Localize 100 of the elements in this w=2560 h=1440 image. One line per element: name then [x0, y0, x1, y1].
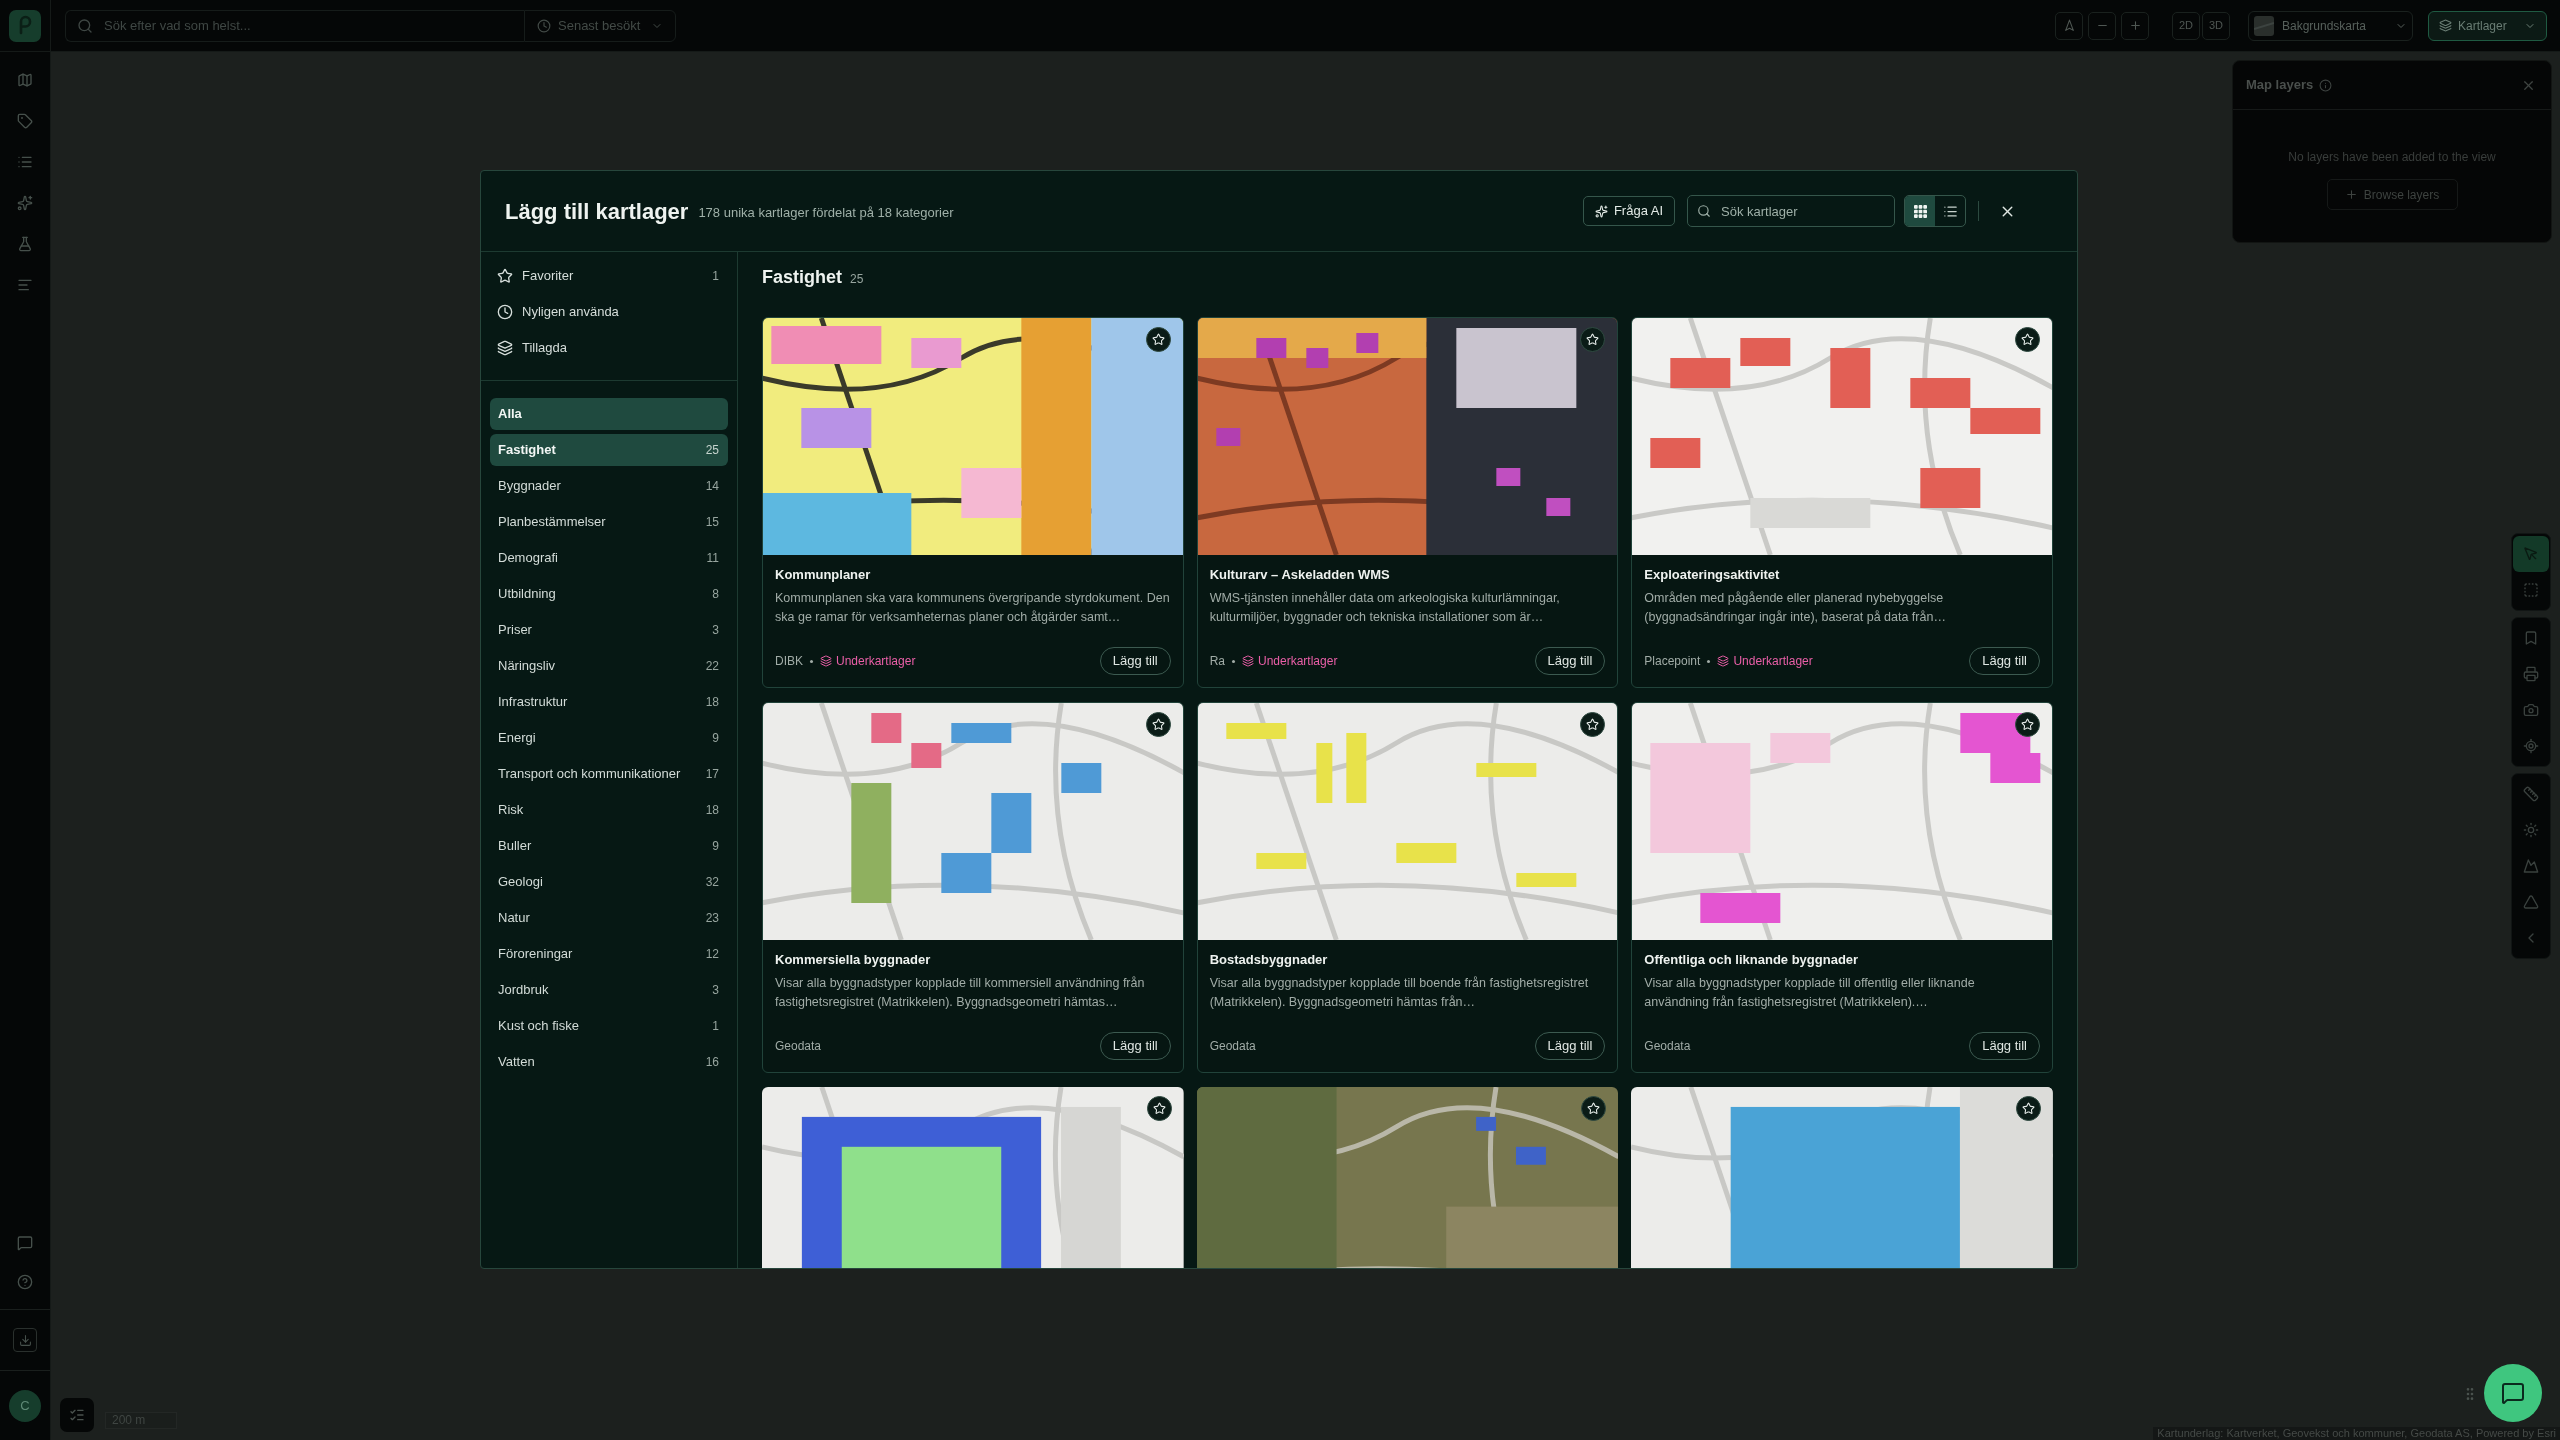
- category-item[interactable]: Utbildning 8: [490, 578, 728, 610]
- layers-icon: [2439, 19, 2452, 32]
- tag-icon[interactable]: [17, 113, 33, 129]
- star-icon: [1587, 1102, 1601, 1115]
- card-title: Bostadsbyggnader: [1209, 951, 1329, 969]
- search-field[interactable]: Sök kartlager: [1687, 195, 1895, 227]
- layers-icon: [1717, 655, 1730, 667]
- star-icon: [2021, 333, 2034, 346]
- checklist-icon: [69, 1407, 85, 1423]
- category-item[interactable]: Planbestämmelser 15: [490, 506, 728, 538]
- star-icon: [497, 268, 513, 284]
- card-description: Kommunplanen ska vara kommunens övergripande styrdokument. Den ska ge ramar för verksamheternas planer och åtgärder samt…: [775, 590, 1171, 626]
- logo-icon[interactable]: [9, 9, 41, 42]
- card-description: Visar alla byggnadstyper kopplade till boende från fastighetsregistret (Matrikkelen). Byggnadsgeometri hämtas från…: [1209, 975, 1590, 1011]
- map-icon[interactable]: [17, 72, 33, 88]
- category-item[interactable]: Föroreningar 12: [490, 938, 728, 970]
- card-description: WMS-tjänsten innehåller data om arkeologiska kulturlämningar, kulturmiljöer, byggnader och tekniska installationer som är…: [1209, 590, 1561, 626]
- list-icon[interactable]: [17, 154, 33, 170]
- sublayers-link[interactable]: Underkartlager: [1717, 652, 1813, 670]
- card-title: Exploateringsaktivitet: [1644, 566, 1781, 584]
- printer-icon: [2523, 666, 2539, 682]
- card-title: Kommunplaner: [775, 566, 872, 584]
- star-icon: [1151, 333, 1165, 346]
- dashed-square-icon: [2523, 582, 2539, 598]
- category-item[interactable]: Geologi 32: [490, 866, 728, 898]
- section-count: 25: [850, 271, 864, 288]
- download-icon: [18, 1333, 32, 1347]
- category-item[interactable]: Byggnader 14: [490, 470, 728, 502]
- view-toggle-button[interactable]: [1905, 196, 1935, 226]
- category-item[interactable]: Jordbruk 3: [490, 974, 728, 1006]
- shortcut-item[interactable]: Nyligen använda: [481, 294, 737, 330]
- zoom-in-button[interactable]: [2121, 11, 2149, 40]
- layers-icon: [820, 655, 832, 667]
- category-item[interactable]: Alla: [490, 398, 728, 430]
- message-icon[interactable]: [17, 1235, 33, 1251]
- category-item[interactable]: Fastighet 25: [490, 434, 728, 466]
- plus-icon: [2344, 188, 2358, 201]
- sublayers-link[interactable]: Underkartlager: [820, 652, 916, 670]
- shortcut-item[interactable]: Tillagda: [481, 330, 737, 366]
- bookmark-icon: [2523, 630, 2539, 646]
- north-arrow-button[interactable]: [2055, 11, 2083, 40]
- card-source: Placepoint: [1644, 653, 1701, 670]
- map-tool-button[interactable]: [2513, 536, 2549, 572]
- ruler-icon: [2523, 786, 2539, 802]
- plus-icon: [2128, 19, 2142, 32]
- card-title: Offentliga och liknande byggnader: [1644, 951, 1860, 969]
- category-item[interactable]: Risk 18: [490, 794, 728, 826]
- card-description: Visar alla byggnadstyper kopplade till offentlig eller liknande användning från fastighetsregistret (Matrikkelen).…: [1644, 975, 1976, 1011]
- search-icon: [77, 17, 93, 34]
- category-item[interactable]: Priser 3: [490, 614, 728, 646]
- category-item[interactable]: Transport och kommunikationer 17: [490, 758, 728, 790]
- clock-icon: [537, 18, 551, 33]
- bullet-icon: [1232, 659, 1235, 663]
- category-item[interactable]: Näringsliv 22: [490, 650, 728, 682]
- mountain-icon: [2523, 858, 2539, 874]
- sun-icon: [2523, 822, 2539, 838]
- star-icon: [2022, 1102, 2035, 1115]
- category-item[interactable]: Buller 9: [490, 830, 728, 862]
- card-title: Kommersiella byggnader: [775, 951, 932, 969]
- bullet-icon: [810, 659, 813, 663]
- camera-icon: [2523, 702, 2539, 718]
- help-icon[interactable]: [17, 1274, 33, 1290]
- sparkle-icon: [1594, 204, 1608, 218]
- category-item[interactable]: Vatten 16: [490, 1046, 728, 1078]
- grid-icon: [1913, 204, 1927, 218]
- card-source: Ra: [1209, 653, 1225, 670]
- category-item[interactable]: Demografi 11: [490, 542, 728, 574]
- card-source: Geodata: [1644, 1038, 1691, 1055]
- legend-button[interactable]: [60, 1398, 94, 1432]
- category-item[interactable]: Kust och fiske 1: [490, 1010, 728, 1042]
- category-item[interactable]: Energi 9: [490, 722, 728, 754]
- category-item[interactable]: Natur 23: [490, 902, 728, 934]
- card-source: Geodata: [775, 1038, 822, 1055]
- card-title: Kulturarv – Askeladden WMS: [1209, 566, 1391, 584]
- triangle-icon: [2523, 894, 2539, 910]
- map-thumbnail-icon: [2254, 15, 2274, 36]
- lines-icon[interactable]: [17, 277, 33, 293]
- shortcut-item[interactable]: Favoriter 1: [481, 258, 737, 294]
- sublayers-link[interactable]: Underkartlager: [1242, 652, 1338, 670]
- flask-icon[interactable]: [17, 236, 33, 252]
- card-source: Geodata: [1209, 1038, 1256, 1055]
- star-icon: [1152, 1102, 1166, 1115]
- download-button[interactable]: [13, 1328, 37, 1352]
- info-icon[interactable]: [2319, 78, 2333, 92]
- card-source: DIBK: [775, 653, 803, 670]
- layers-dropdown[interactable]: Kartlager: [2428, 10, 2547, 41]
- sparkle-icon[interactable]: [17, 195, 33, 211]
- card-description: Områden med pågående eller planerad nybebyggelse (byggnadsändringar ingår inte), baserat på data från…: [1644, 590, 1947, 626]
- card-description: Visar alla byggnadstyper kopplade till kommersiell användning från fastighetsregistret (Matrikkelen). Byggnadsgeometri hämtas…: [775, 975, 1146, 1011]
- star-icon: [1151, 718, 1165, 731]
- list-icon: [1942, 203, 1958, 219]
- search-field[interactable]: Sök efter vad som helst...: [65, 9, 524, 42]
- star-icon: [1586, 333, 1600, 346]
- north-arrow-icon: [2062, 19, 2076, 32]
- bullet-icon: [1707, 659, 1711, 663]
- star-icon: [2021, 718, 2034, 731]
- ask-ai-button[interactable]: Fråga AI: [1583, 196, 1675, 226]
- section-heading: Fastighet: [762, 266, 842, 289]
- category-item[interactable]: Infrastruktur 18: [490, 686, 728, 718]
- panel-title: Map layers: [2246, 76, 2314, 95]
